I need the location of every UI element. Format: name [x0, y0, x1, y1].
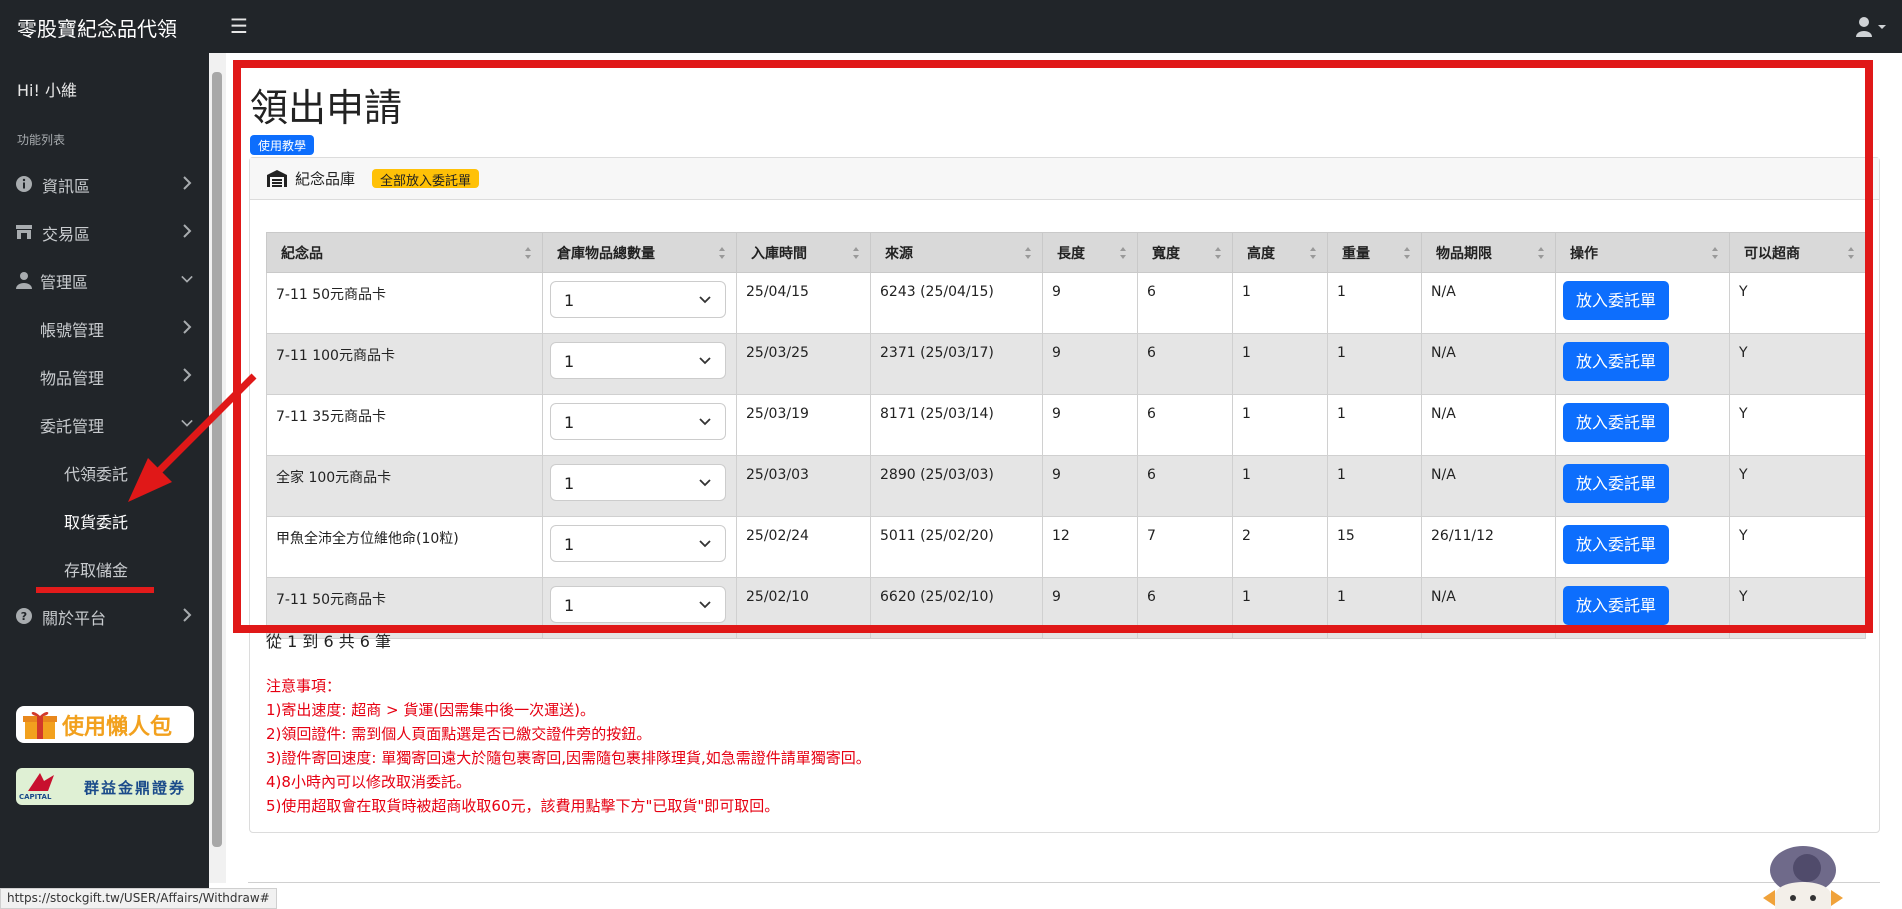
- sidebar-item-label: 資訊區: [42, 177, 91, 196]
- sidebar-item-label: 物品管理: [40, 369, 105, 388]
- sidebar-item-info[interactable]: 資訊區: [0, 164, 209, 204]
- sidebar-item-about[interactable]: ? 關於平台: [0, 596, 209, 636]
- note-line: 3)證件寄回速度: 單獨寄回遠大於隨包裹寄回,因需隨包裹排隊理貨,如急需證件請單…: [266, 749, 871, 767]
- brand-title[interactable]: 零股寶紀念品代領: [17, 13, 177, 42]
- menu-section-title: 功能列表: [17, 133, 66, 147]
- note-line: 注意事項：: [266, 677, 342, 695]
- chevron-down-icon: [181, 275, 193, 283]
- sidebar-item-label: 帳號管理: [40, 321, 105, 340]
- chevron-right-icon: [183, 320, 192, 334]
- annotation-highlight-box: [233, 60, 1873, 633]
- user-icon: [16, 272, 32, 289]
- sidebar-item-label: 委託管理: [40, 417, 105, 436]
- info-icon: [16, 176, 32, 192]
- capital-banner-label: 群益金鼎證券: [84, 779, 187, 797]
- note-line: 2)領回證件: 需到個人頁面點選是否已繳交證件旁的按鈕。: [266, 725, 652, 743]
- store-icon: [16, 225, 32, 239]
- sidebar-item-label: 代領委託: [64, 465, 129, 484]
- gift-icon: [23, 711, 57, 739]
- top-navbar: 零股寶紀念品代領 ☰: [0, 0, 1902, 53]
- footer-divider: [248, 882, 1880, 883]
- sidebar-item-trade[interactable]: 交易區: [0, 212, 209, 252]
- chevron-right-icon: [183, 176, 192, 190]
- svg-text:?: ?: [21, 610, 27, 623]
- guide-banner[interactable]: 使用懶人包: [16, 706, 194, 743]
- note-line: 4)8小時內可以修改取消委託。: [266, 773, 471, 791]
- guide-banner-label: 使用懶人包: [62, 715, 173, 740]
- mascot-icon[interactable]: [1755, 828, 1845, 909]
- sidebar-item-label: 管理區: [40, 273, 89, 292]
- capital-logo-icon: [28, 773, 54, 791]
- status-url: https://stockgift.tw/USER/Affairs/Withdr…: [0, 888, 277, 909]
- sidebar-item-account[interactable]: 帳號管理: [0, 308, 209, 348]
- notes: 注意事項： 1)寄出速度: 超商 > 貨運(因需集中後一次運送)。 2)領回證件…: [266, 674, 871, 818]
- question-icon: ?: [16, 608, 32, 624]
- annotation-underline: [36, 587, 154, 593]
- user-greeting: Hi! 小維: [17, 81, 77, 100]
- note-line: 1)寄出速度: 超商 > 貨運(因需集中後一次運送)。: [266, 701, 596, 719]
- user-menu-icon[interactable]: [1855, 16, 1887, 38]
- note-line: 5)使用超取會在取貨時被超商收取60元，該費用點擊下方"已取貨"即可取回。: [266, 797, 780, 815]
- sidebar-item-manage[interactable]: 管理區: [0, 260, 209, 300]
- capital-securities-banner[interactable]: CAPITAL 群益金鼎證券: [16, 768, 194, 805]
- sidebar-item-deposit[interactable]: 存取儲金: [0, 548, 209, 588]
- menu-toggle-icon[interactable]: ☰: [230, 14, 248, 38]
- chevron-right-icon: [183, 224, 192, 238]
- capital-caption: CAPITAL: [19, 793, 52, 801]
- annotation-arrow-icon: [128, 373, 257, 502]
- chevron-right-icon: [183, 608, 192, 622]
- sidebar-item-label: 存取儲金: [64, 561, 129, 580]
- sidebar-item-label: 取貨委託: [64, 513, 129, 532]
- sidebar-item-label: 關於平台: [42, 609, 107, 628]
- sidebar-item-label: 交易區: [42, 225, 91, 244]
